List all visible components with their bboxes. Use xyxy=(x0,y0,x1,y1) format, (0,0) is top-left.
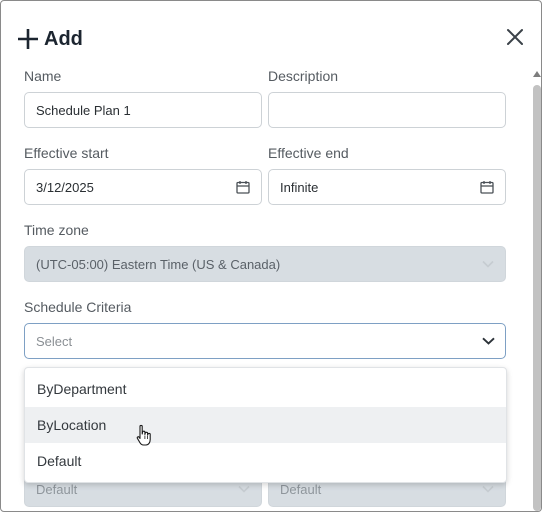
name-value: Schedule Plan 1 xyxy=(36,102,131,118)
scrollbar[interactable] xyxy=(531,69,541,511)
scroll-up-arrow[interactable] xyxy=(533,71,541,77)
time-zone-select: (UTC-05:00) Eastern Time (US & Canada) xyxy=(24,246,506,282)
effective-start-value: 3/12/2025 xyxy=(36,179,94,195)
effective-end-label: Effective end xyxy=(268,145,349,161)
option-default[interactable]: Default xyxy=(25,443,506,479)
schedule-criteria-select[interactable]: Select xyxy=(24,323,506,359)
calendar-icon[interactable] xyxy=(225,170,261,204)
description-input[interactable] xyxy=(268,92,506,128)
close-button[interactable] xyxy=(502,26,528,52)
schedule-criteria-placeholder: Select xyxy=(36,333,73,349)
chevron-down-icon xyxy=(471,247,505,281)
add-dialog: Add Name Schedule Plan 1 Description Eff… xyxy=(0,0,542,512)
plus-icon xyxy=(18,29,38,49)
time-zone-label: Time zone xyxy=(24,222,89,238)
close-icon xyxy=(506,28,524,51)
option-bylocation[interactable]: ByLocation xyxy=(25,407,506,443)
hand-pointer-icon xyxy=(135,424,155,453)
time-zone-value: (UTC-05:00) Eastern Time (US & Canada) xyxy=(36,256,281,272)
effective-start-input[interactable]: 3/12/2025 xyxy=(24,169,262,205)
calendar-icon[interactable] xyxy=(469,170,505,204)
option-bydepartment[interactable]: ByDepartment xyxy=(25,371,506,407)
schedule-criteria-dropdown: ByDepartment ByLocation Default xyxy=(24,367,507,483)
dialog-title-text: Add xyxy=(44,27,83,50)
name-input[interactable]: Schedule Plan 1 xyxy=(24,92,262,128)
name-label: Name xyxy=(24,68,62,84)
dialog-title: Add xyxy=(18,25,83,53)
schedule-criteria-label: Schedule Criteria xyxy=(24,299,132,315)
criteria-left-value: Default xyxy=(36,481,78,497)
effective-end-value: Infinite xyxy=(280,179,319,195)
effective-end-input[interactable]: Infinite xyxy=(268,169,506,205)
criteria-right-value: Default xyxy=(280,481,322,497)
effective-start-label: Effective start xyxy=(24,145,109,161)
description-label: Description xyxy=(268,68,339,84)
chevron-down-icon[interactable] xyxy=(471,324,505,358)
scroll-thumb[interactable] xyxy=(533,85,541,511)
